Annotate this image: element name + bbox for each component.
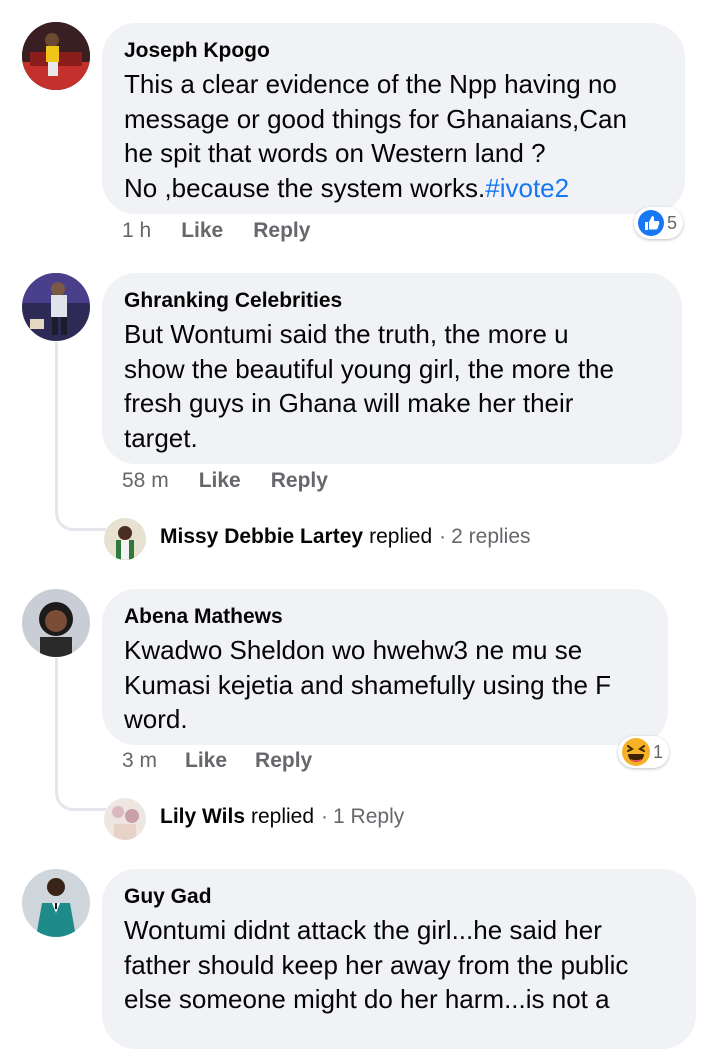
replied-label: replied <box>369 525 433 548</box>
reply-button[interactable]: Reply <box>253 219 310 243</box>
comment-text: Wontumi didnt attack the girl...he said … <box>124 915 629 1014</box>
avatar[interactable] <box>22 22 90 90</box>
profile-photo-icon <box>104 518 146 560</box>
profile-photo-icon <box>22 589 90 657</box>
separator-dot: · <box>439 525 447 548</box>
like-icon <box>638 210 664 236</box>
profile-photo-icon <box>22 273 90 341</box>
reaction-count: 5 <box>667 212 678 233</box>
hashtag-link[interactable]: #ivote2 <box>485 173 569 203</box>
comment-actions: 58 m Like Reply <box>122 469 328 493</box>
comment-author[interactable]: Joseph Kpogo <box>124 37 665 65</box>
comment-author[interactable]: Ghranking Celebrities <box>124 287 662 315</box>
profile-photo-icon <box>22 869 90 937</box>
like-button[interactable]: Like <box>185 749 227 773</box>
haha-icon <box>622 738 650 766</box>
replied-label: replied <box>251 805 315 828</box>
comment-bubble: Ghranking Celebrities But Wontumi said t… <box>102 273 682 464</box>
avatar[interactable] <box>22 273 90 341</box>
comment-bubble: Abena Mathews Kwadwo Sheldon wo hwehw3 n… <box>102 589 668 745</box>
reply-button[interactable]: Reply <box>271 469 328 493</box>
thread-line <box>55 342 106 531</box>
comment-bubble: Guy Gad Wontumi didnt attack the girl...… <box>102 869 696 1049</box>
comment-author[interactable]: Guy Gad <box>124 883 676 911</box>
comment-text: This a clear evidence of the Npp having … <box>124 69 627 203</box>
comment-timestamp[interactable]: 58 m <box>122 469 169 493</box>
reply-count[interactable]: 2 replies <box>451 525 530 549</box>
comment-bubble: Joseph Kpogo This a clear evidence of th… <box>102 23 685 214</box>
separator-dot: · <box>321 805 329 828</box>
avatar[interactable] <box>22 869 90 937</box>
view-replies-link[interactable]: Lily Wils replied · 1 Reply <box>160 805 404 829</box>
reply-author[interactable]: Lily Wils <box>160 805 245 829</box>
comment-actions: 1 h Like Reply <box>122 219 310 243</box>
profile-photo-icon <box>22 22 90 90</box>
profile-photo-icon <box>104 798 146 840</box>
comment-actions: 3 m Like Reply <box>122 749 312 773</box>
like-button[interactable]: Like <box>181 219 223 243</box>
comment-author[interactable]: Abena Mathews <box>124 603 648 631</box>
view-replies-link[interactable]: Missy Debbie Lartey replied · 2 replies <box>160 525 531 549</box>
comment-timestamp[interactable]: 1 h <box>122 219 151 243</box>
like-button[interactable]: Like <box>199 469 241 493</box>
reaction-badge[interactable]: 5 <box>634 207 684 239</box>
comment-timestamp[interactable]: 3 m <box>122 749 157 773</box>
reply-avatar[interactable] <box>104 798 146 840</box>
comment-text: Kwadwo Sheldon wo hwehw3 ne mu se Kumasi… <box>124 635 612 734</box>
thread-line <box>55 658 106 811</box>
avatar[interactable] <box>22 589 90 657</box>
reply-avatar[interactable] <box>104 518 146 560</box>
reply-author[interactable]: Missy Debbie Lartey <box>160 525 363 549</box>
reaction-count: 1 <box>653 741 664 762</box>
comment-text: But Wontumi said the truth, the more u s… <box>124 319 614 453</box>
reply-count[interactable]: 1 Reply <box>333 805 404 829</box>
reaction-badge[interactable]: 1 <box>618 736 670 768</box>
reply-button[interactable]: Reply <box>255 749 312 773</box>
